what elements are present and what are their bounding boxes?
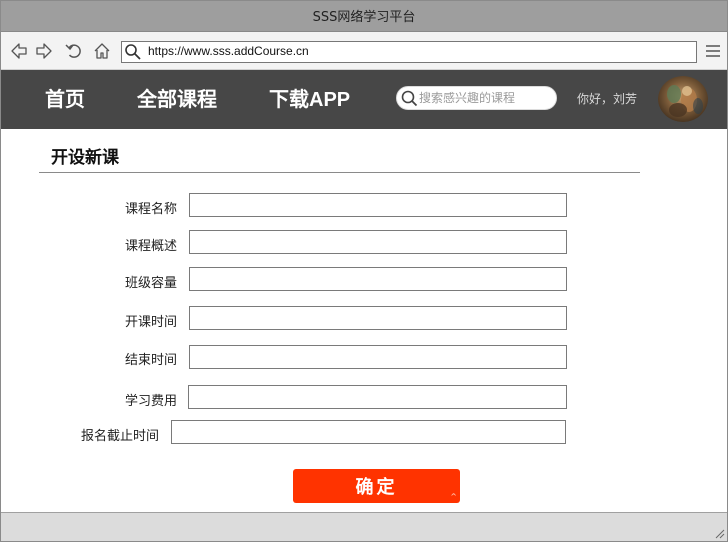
home-icon[interactable]: [93, 42, 111, 60]
nav-all-courses-link[interactable]: 全部课程: [137, 83, 217, 112]
url-text: https://www.sss.addCourse.cn: [148, 44, 309, 58]
start-time-input[interactable]: [189, 306, 567, 330]
window-title: SSS网络学习平台: [312, 10, 416, 25]
avatar-image: [658, 76, 708, 122]
title-bar: SSS网络学习平台: [1, 1, 727, 32]
end-time-input[interactable]: [189, 345, 567, 369]
course-search-box: [396, 86, 557, 110]
browser-window: SSS网络学习平台 https://www.sss.addCourse.cn 首…: [0, 0, 728, 542]
confirm-button-label: 确定: [355, 477, 398, 498]
signup-deadline-label: 报名截止时间: [80, 429, 159, 444]
tuition-input[interactable]: [188, 385, 567, 409]
class-capacity-label: 班级容量: [124, 276, 177, 291]
title-divider: [39, 172, 640, 173]
browser-toolbar: https://www.sss.addCourse.cn: [1, 32, 727, 70]
confirm-button[interactable]: 确定 ^: [293, 469, 460, 503]
course-name-label: 课程名称: [124, 202, 177, 217]
nav-download-app-link[interactable]: 下载APP: [269, 83, 350, 112]
address-bar[interactable]: https://www.sss.addCourse.cn: [121, 41, 697, 63]
reload-icon[interactable]: [65, 42, 83, 60]
course-summary-input[interactable]: [189, 230, 567, 254]
nav-home-link[interactable]: 首页: [45, 83, 85, 112]
course-summary-label: 课程概述: [124, 239, 177, 254]
caret-icon: ^: [450, 492, 457, 501]
search-icon[interactable]: [400, 89, 418, 107]
user-greeting: 你好，刘芳: [577, 92, 638, 106]
start-time-label: 开课时间: [124, 315, 177, 330]
menu-icon[interactable]: [705, 44, 721, 58]
status-bar: [1, 512, 727, 541]
site-header: 首页 全部课程 下载APP 你好，刘芳: [1, 70, 727, 129]
page-title: 开设新课: [51, 148, 119, 168]
end-time-label: 结束时间: [124, 353, 177, 368]
signup-deadline-input[interactable]: [171, 420, 566, 444]
back-arrow-icon[interactable]: [10, 42, 28, 60]
avatar[interactable]: [658, 76, 708, 122]
search-icon: [125, 44, 141, 60]
course-search-input[interactable]: [419, 90, 551, 106]
course-name-input[interactable]: [189, 193, 567, 217]
forward-arrow-icon[interactable]: [35, 42, 53, 60]
resize-grip-icon[interactable]: [713, 527, 725, 539]
tuition-label: 学习费用: [124, 394, 177, 409]
class-capacity-input[interactable]: [189, 267, 567, 291]
